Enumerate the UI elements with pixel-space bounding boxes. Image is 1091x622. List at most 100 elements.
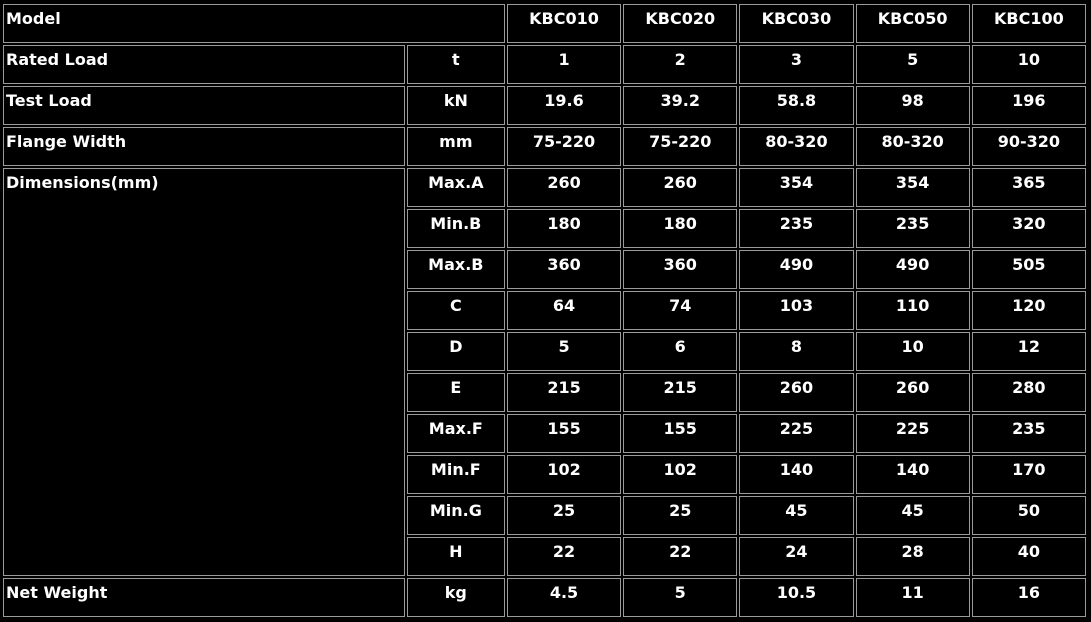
table-cell: 98 (855, 86, 970, 125)
row-model: Model KBC010 KBC020 KBC030 KBC050 KBC100 (3, 4, 1086, 43)
dim-name: D (406, 332, 505, 371)
table-cell: 11 (855, 578, 970, 617)
dim-name: Max.B (406, 250, 505, 289)
table-cell: 354 (855, 168, 970, 207)
net-weight-unit: kg (406, 578, 505, 617)
table-cell: 80-320 (855, 127, 970, 166)
dim-name: Min.F (406, 455, 505, 494)
table-cell: 75-220 (623, 127, 738, 166)
table-cell: 215 (623, 373, 738, 412)
rated-load-unit: t (406, 45, 505, 84)
model-kbc030: KBC030 (739, 4, 854, 43)
table-cell: 360 (506, 250, 622, 289)
dim-name: E (406, 373, 505, 412)
table-cell: 5 (623, 578, 738, 617)
table-cell: 50 (971, 496, 1086, 535)
model-kbc050: KBC050 (855, 4, 970, 43)
table-cell: 102 (506, 455, 622, 494)
row-dim-max-a: Dimensions(mm) Max.A 260 260 354 354 365 (3, 168, 1086, 576)
table-cell: 320 (971, 209, 1086, 248)
table-cell: 490 (739, 250, 854, 289)
table-cell: 155 (623, 414, 738, 453)
model-kbc020: KBC020 (623, 4, 738, 43)
table-cell: 90-320 (971, 127, 1086, 166)
table-cell: 5 (855, 45, 970, 84)
table-cell: 260 (739, 373, 854, 412)
table-cell: 365 (971, 168, 1086, 207)
table-cell: 4.5 (506, 578, 622, 617)
table-cell: 280 (971, 373, 1086, 412)
table-cell: 260 (623, 168, 738, 207)
table-cell: 170 (971, 455, 1086, 494)
table-cell: 74 (623, 291, 738, 330)
dim-name: Min.B (406, 209, 505, 248)
table-cell: 155 (506, 414, 622, 453)
table-cell: 103 (739, 291, 854, 330)
table-cell: 19.6 (506, 86, 622, 125)
dim-name: Max.A (406, 168, 505, 207)
table-cell: 260 (506, 168, 622, 207)
model-kbc100: KBC100 (971, 4, 1086, 43)
dimensions-label: Dimensions(mm) (3, 168, 405, 576)
table-cell: 12 (971, 332, 1086, 371)
table-cell: 64 (506, 291, 622, 330)
table-cell: 22 (506, 537, 622, 576)
model-kbc010: KBC010 (506, 4, 622, 43)
table-cell: 120 (971, 291, 1086, 330)
dim-name: C (406, 291, 505, 330)
flange-width-unit: mm (406, 127, 505, 166)
table-cell: 45 (855, 496, 970, 535)
table-cell: 140 (855, 455, 970, 494)
model-label: Model (3, 4, 505, 43)
table-cell: 10.5 (739, 578, 854, 617)
row-flange-width: Flange Width mm 75-220 75-220 80-320 80-… (3, 127, 1086, 166)
net-weight-label: Net Weight (3, 578, 405, 617)
flange-width-label: Flange Width (3, 127, 405, 166)
table-cell: 45 (739, 496, 854, 535)
table-cell: 6 (623, 332, 738, 371)
table-cell: 490 (855, 250, 970, 289)
table-cell: 354 (739, 168, 854, 207)
table-cell: 40 (971, 537, 1086, 576)
dim-name: Max.F (406, 414, 505, 453)
table-cell: 180 (506, 209, 622, 248)
row-net-weight: Net Weight kg 4.5 5 10.5 11 16 (3, 578, 1086, 617)
table-cell: 225 (739, 414, 854, 453)
test-load-unit: kN (406, 86, 505, 125)
table-cell: 58.8 (739, 86, 854, 125)
rated-load-label: Rated Load (3, 45, 405, 84)
dim-name: Min.G (406, 496, 505, 535)
table-cell: 75-220 (506, 127, 622, 166)
table-cell: 3 (739, 45, 854, 84)
table-cell: 10 (971, 45, 1086, 84)
table-cell: 22 (623, 537, 738, 576)
spec-table: Model KBC010 KBC020 KBC030 KBC050 KBC100… (1, 2, 1088, 619)
table-cell: 180 (623, 209, 738, 248)
table-cell: 10 (855, 332, 970, 371)
table-cell: 28 (855, 537, 970, 576)
table-cell: 235 (855, 209, 970, 248)
table-cell: 505 (971, 250, 1086, 289)
row-test-load: Test Load kN 19.6 39.2 58.8 98 196 (3, 86, 1086, 125)
table-cell: 2 (623, 45, 738, 84)
table-cell: 260 (855, 373, 970, 412)
test-load-label: Test Load (3, 86, 405, 125)
table-cell: 235 (739, 209, 854, 248)
table-cell: 24 (739, 537, 854, 576)
table-cell: 5 (506, 332, 622, 371)
table-cell: 196 (971, 86, 1086, 125)
table-cell: 215 (506, 373, 622, 412)
table-cell: 235 (971, 414, 1086, 453)
table-cell: 1 (506, 45, 622, 84)
table-cell: 8 (739, 332, 854, 371)
table-cell: 39.2 (623, 86, 738, 125)
row-rated-load: Rated Load t 1 2 3 5 10 (3, 45, 1086, 84)
table-cell: 25 (506, 496, 622, 535)
table-cell: 140 (739, 455, 854, 494)
table-cell: 102 (623, 455, 738, 494)
table-cell: 16 (971, 578, 1086, 617)
table-cell: 360 (623, 250, 738, 289)
dim-name: H (406, 537, 505, 576)
table-cell: 110 (855, 291, 970, 330)
table-cell: 225 (855, 414, 970, 453)
